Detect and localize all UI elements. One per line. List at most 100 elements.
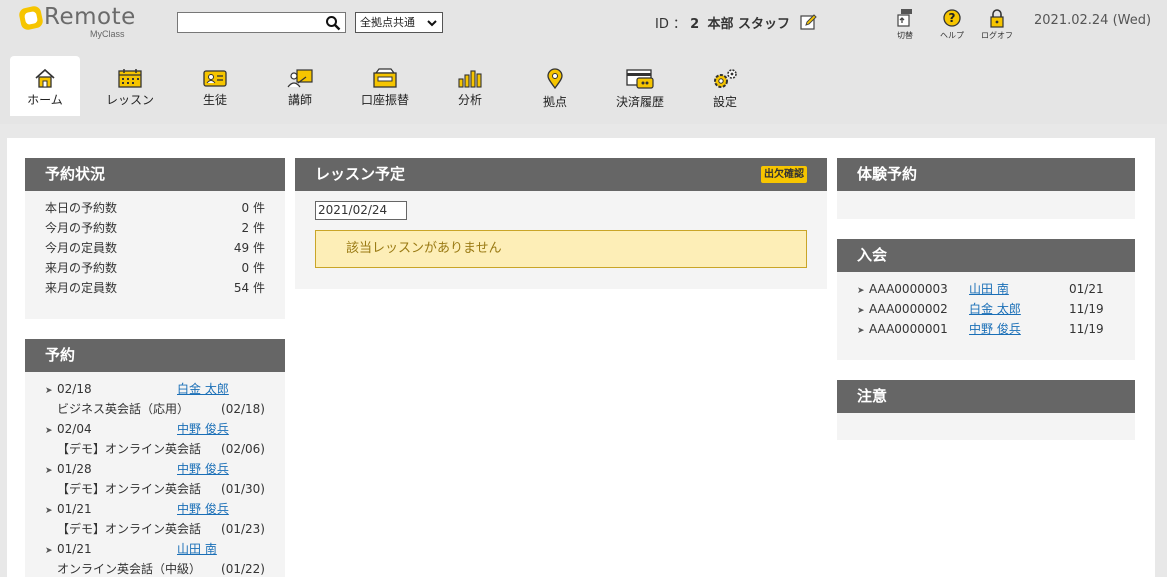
search-icon[interactable] [325, 15, 341, 31]
svg-text:?: ? [949, 11, 956, 25]
edit-icon[interactable] [800, 13, 818, 31]
member-id: AAA0000003 [869, 282, 948, 296]
lesson-schedule-title: レッスン予定 [315, 165, 406, 183]
user-info: ID ： 2 本部 スタッフ [655, 13, 790, 32]
reservation-date: 02/04 [57, 422, 92, 436]
nav-settings[interactable]: 設定 [690, 56, 760, 116]
nav-settings-label: 設定 [712, 95, 737, 109]
chevron-right-icon: ➤ [857, 286, 865, 296]
enrollment-panel: 入会 ➤ AAA0000003 山田 南 01/21 ➤ AAA0000002 白金 太郎… [837, 239, 1135, 360]
logoff-button[interactable]: ログオフ [974, 8, 1020, 41]
switch-button[interactable]: 切替 [882, 8, 928, 41]
search-box [177, 12, 346, 33]
student-link[interactable]: 中野 俊兵 [177, 419, 229, 439]
lesson-schedule-panel: レッスン予定 出欠確認 2021/02/24 該当レッスンがありません [295, 158, 827, 289]
help-icon: ? [943, 9, 961, 27]
chevron-right-icon: ➤ [45, 386, 53, 396]
chevron-right-icon: ➤ [857, 326, 865, 336]
nav-locations-label: 拠点 [542, 95, 567, 109]
stat-value: 0 件 [241, 201, 265, 215]
course-date: (02/06) [221, 442, 265, 456]
enrollment-title: 入会 [837, 239, 1135, 272]
nav-teachers-label: 講師 [287, 93, 312, 107]
search-input[interactable] [180, 14, 320, 31]
reservations-title: 予約 [25, 339, 285, 372]
nav-payment-history[interactable]: 決済履歴 [605, 56, 675, 116]
reservation-status-list: 本日の予約数 0 件 今月の予約数 2 件 今月の定員数 49 件 来月の予約数 0 件… [25, 191, 285, 298]
member-link[interactable]: 白金 太郎 [969, 299, 1021, 319]
list-item: ➤ AAA0000002 白金 太郎 11/19 [837, 299, 1135, 319]
member-link[interactable]: 中野 俊兵 [969, 319, 1021, 339]
main-content: 予約状況 本日の予約数 0 件 今月の予約数 2 件 今月の定員数 49 件 来月の予… [7, 138, 1155, 577]
student-link[interactable]: 中野 俊兵 [177, 499, 229, 519]
chevron-right-icon: ➤ [45, 466, 53, 476]
id-label: ID ： [655, 17, 686, 32]
nav-home-label: ホーム [27, 93, 63, 107]
reservations-panel: 予約 ➤ 02/18 白金 太郎 ビジネス英会話（応用） (02/18) ➤ 02/04… [25, 339, 285, 577]
logo-mark-icon [17, 4, 45, 32]
logo-subtitle: MyClass [90, 29, 125, 39]
notes-title: 注意 [837, 380, 1135, 413]
list-item: ➤ 02/18 白金 太郎 ビジネス英会話（応用） (02/18) [25, 379, 285, 419]
stat-row: 今月の定員数 49 件 [25, 238, 285, 258]
teacher-icon [287, 69, 313, 88]
nav-analysis-label: 分析 [457, 93, 482, 107]
cash-register-icon [373, 68, 397, 88]
stat-label: 来月の定員数 [45, 281, 118, 295]
nav-locations[interactable]: 拠点 [520, 56, 590, 116]
lesson-date-input[interactable]: 2021/02/24 [315, 201, 407, 220]
course-date: (01/23) [221, 522, 265, 536]
id-value: 2 [690, 17, 700, 32]
reservation-status-title: 予約状況 [25, 158, 285, 191]
course-date: (02/18) [221, 402, 265, 416]
list-item: ➤ AAA0000003 山田 南 01/21 [837, 279, 1135, 299]
stat-label: 本日の予約数 [45, 201, 118, 215]
chevron-right-icon: ➤ [857, 306, 865, 316]
course-name: オンライン英会話（中級） [57, 562, 202, 576]
member-date: 11/19 [1069, 302, 1104, 316]
course-name: ビジネス英会話（応用） [57, 402, 190, 416]
site-select[interactable]: 全拠点共通 [355, 12, 443, 33]
logoff-label: ログオフ [981, 31, 1013, 40]
course-date: (01/30) [221, 482, 265, 496]
nav-lesson-label: レッスン [105, 93, 154, 107]
no-lessons-notice: 該当レッスンがありません [315, 230, 807, 268]
attendance-check-button[interactable]: 出欠確認 [761, 166, 807, 183]
nav-bank-transfer[interactable]: 口座振替 [350, 56, 420, 116]
student-link[interactable]: 中野 俊兵 [177, 459, 229, 479]
reservations-list: ➤ 02/18 白金 太郎 ビジネス英会話（応用） (02/18) ➤ 02/04 中野 … [25, 372, 285, 577]
chevron-right-icon: ➤ [45, 506, 53, 516]
stat-value: 54 件 [233, 281, 265, 295]
nav-students[interactable]: 生徒 [180, 56, 250, 116]
stat-label: 今月の定員数 [45, 241, 118, 255]
lock-icon [990, 9, 1004, 28]
student-link[interactable]: 白金 太郎 [177, 379, 229, 399]
nav-analysis[interactable]: 分析 [435, 56, 505, 116]
help-button[interactable]: ? ヘルプ [929, 8, 975, 41]
course-date: (01/22) [221, 562, 265, 576]
notes-panel: 注意 [837, 380, 1135, 440]
stat-value: 0 件 [241, 261, 265, 275]
gear-icon [714, 69, 737, 88]
course-name: 【デモ】オンライン英会話 [57, 442, 202, 456]
logo[interactable]: Remote MyClass [17, 4, 140, 40]
lesson-schedule-header: レッスン予定 出欠確認 [295, 158, 827, 191]
nav-lesson[interactable]: レッスン [95, 56, 165, 116]
switch-label: 切替 [897, 31, 913, 40]
enrollment-list: ➤ AAA0000003 山田 南 01/21 ➤ AAA0000002 白金 太郎 11/… [837, 272, 1135, 339]
nav-teachers[interactable]: 講師 [265, 56, 335, 116]
list-item: ➤ AAA0000001 中野 俊兵 11/19 [837, 319, 1135, 339]
current-date: 2021.02.24 (Wed) [1034, 13, 1152, 28]
header-bar: Remote MyClass 全拠点共通 ID ： 2 本部 スタッフ 切替 ? [0, 0, 1167, 124]
stat-row: 来月の定員数 54 件 [25, 278, 285, 298]
student-link[interactable]: 山田 南 [177, 539, 217, 559]
member-link[interactable]: 山田 南 [969, 279, 1009, 299]
reservation-date: 01/21 [57, 542, 92, 556]
member-date: 11/19 [1069, 322, 1104, 336]
help-label: ヘルプ [940, 31, 964, 40]
nav-home[interactable]: ホーム [10, 56, 80, 116]
reservation-status-panel: 予約状況 本日の予約数 0 件 今月の予約数 2 件 今月の定員数 49 件 来月の予… [25, 158, 285, 319]
chevron-down-icon [427, 20, 437, 27]
list-item: ➤ 01/28 中野 俊兵 【デモ】オンライン英会話 (01/30) [25, 459, 285, 499]
calendar-icon [118, 69, 142, 88]
